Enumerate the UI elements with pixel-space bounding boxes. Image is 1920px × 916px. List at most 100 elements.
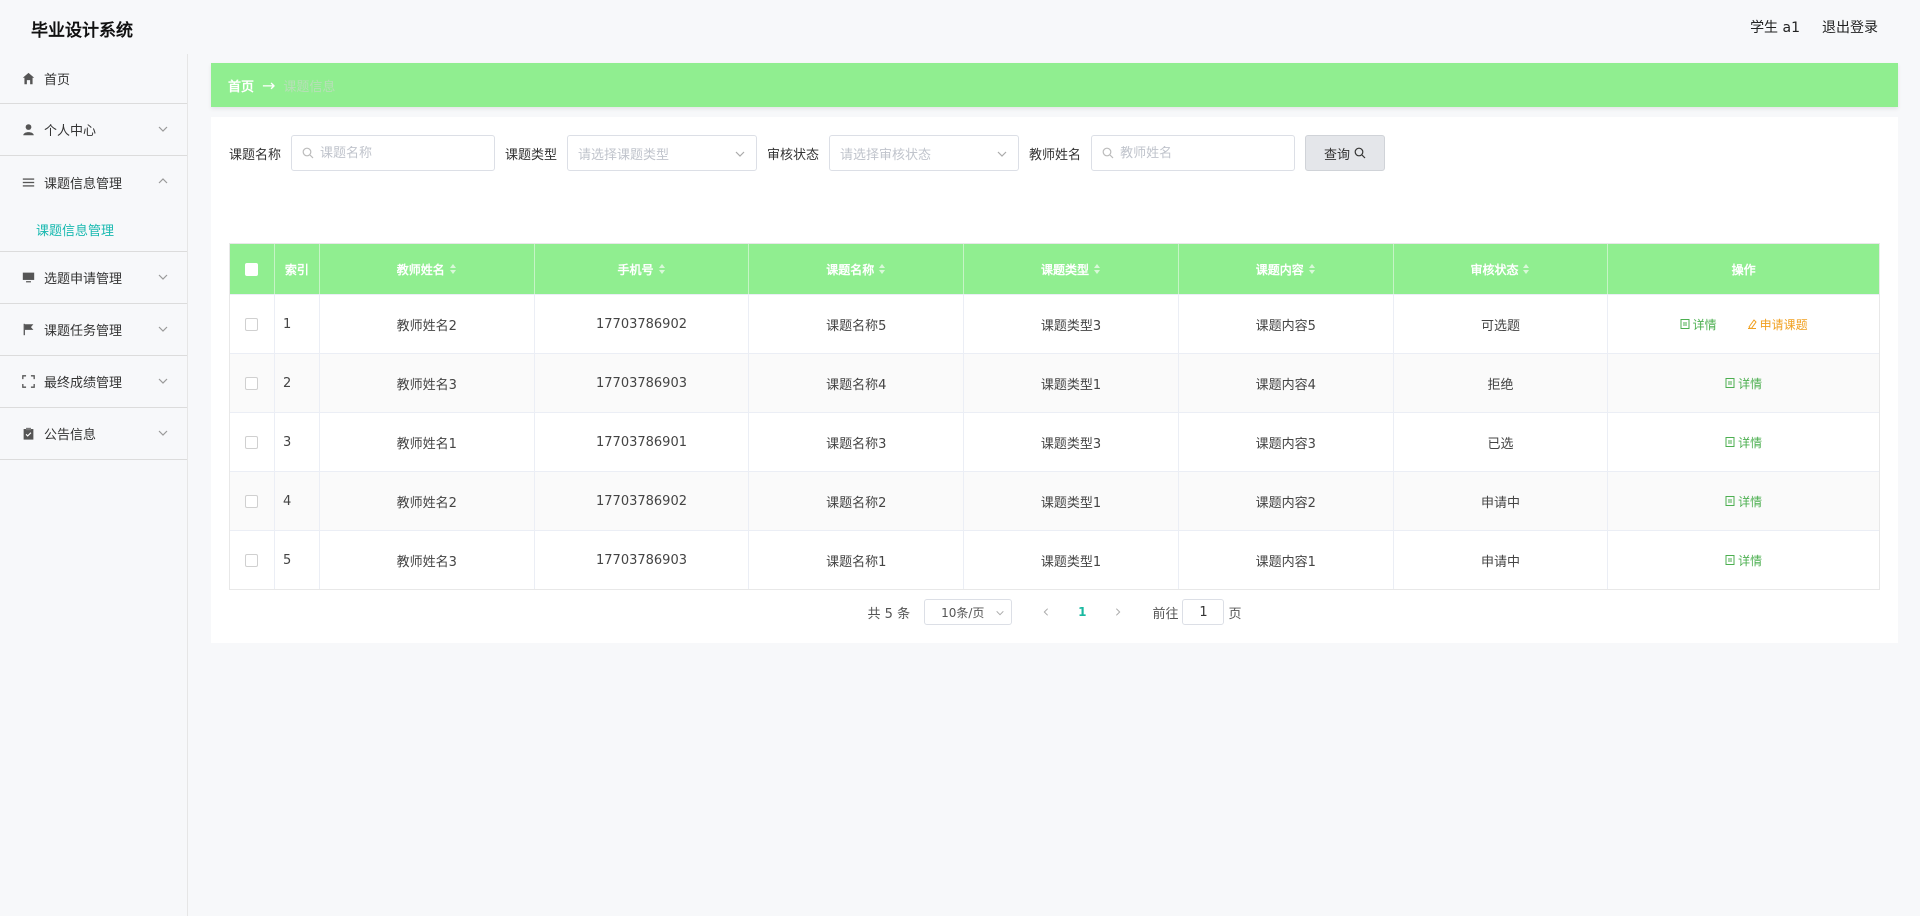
chevron-down-icon <box>735 151 745 157</box>
sidebar-item-announcements[interactable]: 公告信息 <box>0 408 187 460</box>
cell-index: 4 <box>275 472 320 530</box>
search-icon <box>302 147 314 159</box>
page-size-select[interactable]: 10条/页 <box>924 599 1013 625</box>
goto-page-input[interactable] <box>1182 599 1225 625</box>
cell-index: 2 <box>275 354 320 412</box>
topic-name-input[interactable] <box>320 145 485 161</box>
sidebar-subitem-topic-management[interactable]: 课题信息管理 <box>0 208 187 252</box>
detail-label: 详情 <box>1692 317 1717 332</box>
header-teacher-name[interactable]: 教师姓名 <box>320 244 535 294</box>
sort-icon <box>1523 264 1530 274</box>
chevron-down-icon <box>158 430 168 436</box>
logout-button[interactable]: 退出登录 <box>1822 17 1878 37</box>
apply-topic-label: 申请课题 <box>1759 317 1808 332</box>
header-label: 审核状态 <box>1470 262 1519 277</box>
cell-actions: 详情 <box>1608 413 1879 471</box>
topic-name-label: 课题名称 <box>229 147 282 163</box>
document-icon <box>1725 378 1735 388</box>
table-row: 4 教师姓名2 17703786902 课题名称2 课题类型1 课题内容2 申请… <box>230 471 1879 530</box>
sidebar-item-final-score[interactable]: 最终成绩管理 <box>0 356 187 408</box>
goto-prefix: 前往 <box>1152 606 1179 622</box>
teacher-name-field <box>1091 135 1296 171</box>
row-select-cell <box>230 472 275 530</box>
header-label: 操作 <box>1731 262 1756 277</box>
header-topic-name[interactable]: 课题名称 <box>749 244 965 294</box>
topic-table: 索引 教师姓名 手机号 课题名称 课题类型 课题内容 审核状态 操作 1 教师姓… <box>229 243 1880 590</box>
cell-review-status: 申请中 <box>1394 531 1609 589</box>
detail-label: 详情 <box>1738 435 1763 450</box>
header-label: 课题类型 <box>1040 262 1089 277</box>
detail-button[interactable]: 详情 <box>1717 548 1770 573</box>
row-select-cell <box>230 295 275 353</box>
prev-page-button[interactable] <box>1034 600 1058 624</box>
topic-type-select[interactable]: 请选择课题类型 <box>567 135 758 171</box>
detail-button[interactable]: 详情 <box>1717 430 1770 455</box>
sort-icon <box>879 264 886 274</box>
cell-topic-content: 课题内容4 <box>1179 354 1394 412</box>
cell-phone: 17703786901 <box>535 413 750 471</box>
breadcrumb-home[interactable]: 首页 <box>228 76 254 95</box>
page-size-value: 10条/页 <box>941 605 985 620</box>
user-label[interactable]: 学生 a1 <box>1750 17 1800 37</box>
sidebar-item-profile[interactable]: 个人中心 <box>0 104 187 156</box>
row-checkbox[interactable] <box>245 494 259 508</box>
search-bar: 课题名称 课题类型 请选择课题类型 审核状态 请选择审核状态 教师姓名 查询 <box>229 135 1386 171</box>
cell-review-status: 可选题 <box>1394 295 1609 353</box>
review-status-select[interactable]: 请选择审核状态 <box>829 135 1020 171</box>
app-title: 毕业设计系统 <box>31 21 133 41</box>
document-icon <box>1725 555 1735 565</box>
sidebar-item-home[interactable]: 首页 <box>0 54 187 104</box>
clipboard-icon <box>21 427 35 441</box>
cell-phone: 17703786903 <box>535 354 750 412</box>
top-header: 毕业设计系统 学生 a1 退出登录 <box>0 0 1920 54</box>
pagination: 共 5 条 10条/页 1 前往 页 <box>211 599 1898 625</box>
header-select-all <box>230 244 275 294</box>
row-checkbox[interactable] <box>245 553 259 567</box>
cell-phone: 17703786903 <box>535 531 750 589</box>
detail-button[interactable]: 详情 <box>1717 489 1770 514</box>
cell-actions: 详情 <box>1608 354 1879 412</box>
flag-icon <box>21 323 35 337</box>
cell-actions: 详情 <box>1608 472 1879 530</box>
home-icon <box>21 72 35 86</box>
chevron-right-icon <box>1116 608 1121 616</box>
sidebar-item-selection-application[interactable]: 选题申请管理 <box>0 252 187 304</box>
cell-teacher: 教师姓名1 <box>320 413 535 471</box>
detail-button[interactable]: 详情 <box>1672 312 1725 337</box>
header-label: 教师姓名 <box>396 262 445 277</box>
header-phone[interactable]: 手机号 <box>535 244 750 294</box>
cell-index: 1 <box>275 295 320 353</box>
sidebar-item-topic-management[interactable]: 课题信息管理 <box>0 156 187 208</box>
apply-topic-button[interactable]: 申请课题 <box>1739 312 1816 337</box>
page-number[interactable]: 1 <box>1078 605 1086 619</box>
cell-actions: 详情 申请课题 <box>1608 295 1879 353</box>
sidebar-item-label: 课题任务管理 <box>44 324 123 339</box>
row-checkbox[interactable] <box>245 376 259 390</box>
chevron-up-icon <box>158 178 168 184</box>
row-checkbox[interactable] <box>245 317 259 331</box>
row-select-cell <box>230 531 275 589</box>
query-button[interactable]: 查询 <box>1305 135 1386 171</box>
chevron-down-icon <box>997 151 1007 157</box>
header-review-status[interactable]: 审核状态 <box>1394 244 1609 294</box>
table-header: 索引 教师姓名 手机号 课题名称 课题类型 课题内容 审核状态 操作 <box>230 244 1879 294</box>
cell-topic-type: 课题类型1 <box>964 531 1179 589</box>
next-page-button[interactable] <box>1106 600 1130 624</box>
sort-icon <box>1308 264 1315 274</box>
header-topic-type[interactable]: 课题类型 <box>964 244 1179 294</box>
cell-topic-name: 课题名称3 <box>749 413 965 471</box>
review-status-label: 审核状态 <box>767 147 820 163</box>
row-checkbox[interactable] <box>245 435 259 449</box>
header-topic-content[interactable]: 课题内容 <box>1179 244 1394 294</box>
monitor-icon <box>21 271 35 285</box>
sidebar-item-label: 首页 <box>44 73 71 88</box>
header-label: 课题名称 <box>826 262 875 277</box>
cell-topic-content: 课题内容2 <box>1179 472 1394 530</box>
select-all-checkbox[interactable] <box>245 262 259 276</box>
cell-topic-name: 课题名称4 <box>749 354 965 412</box>
sidebar-item-task-management[interactable]: 课题任务管理 <box>0 304 187 356</box>
cell-topic-name: 课题名称1 <box>749 531 965 589</box>
detail-button[interactable]: 详情 <box>1717 371 1770 396</box>
table-row: 5 教师姓名3 17703786903 课题名称1 课题类型1 课题内容1 申请… <box>230 530 1879 589</box>
teacher-name-input[interactable] <box>1120 145 1285 161</box>
